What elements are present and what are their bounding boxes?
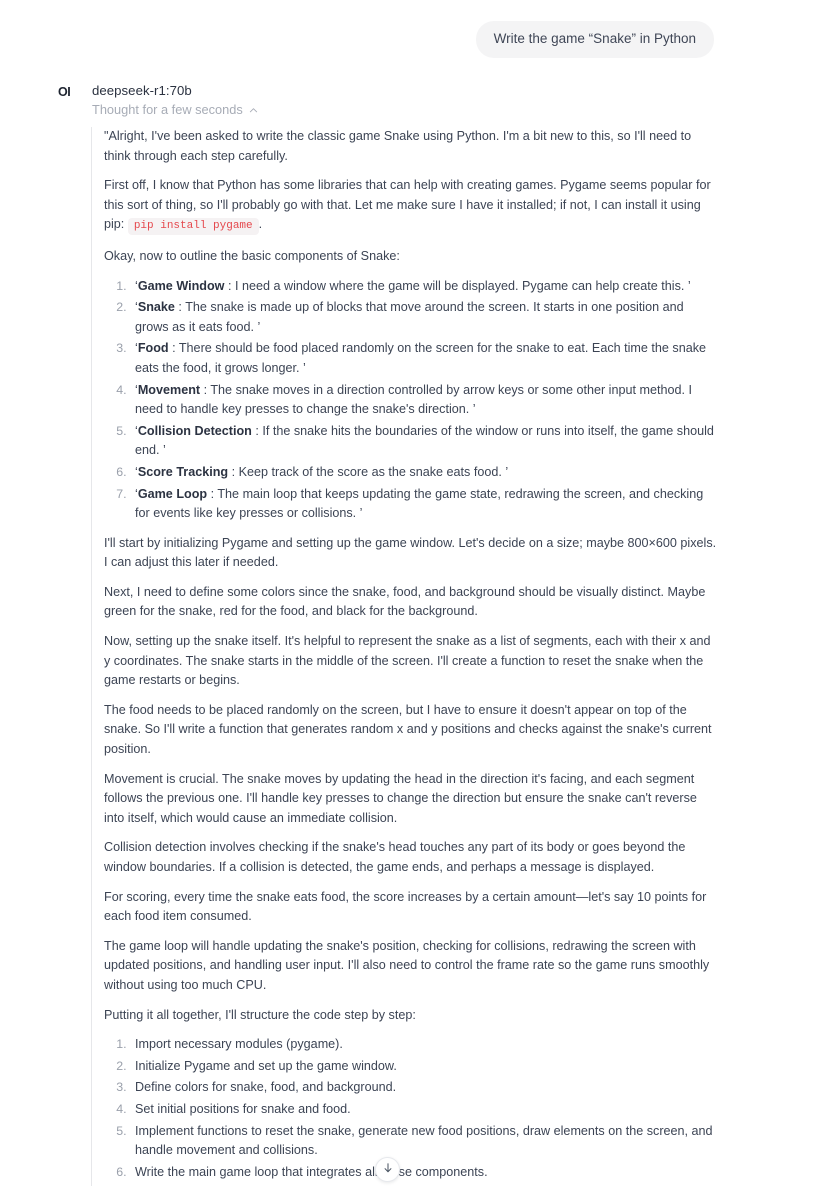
thinking-paragraph: Now, setting up the snake itself. It's h… (104, 634, 711, 688)
list-item-text: : The snake moves in a direction control… (135, 382, 692, 417)
list-item: Import necessary modules (pygame). (130, 1035, 719, 1055)
list-item: ‘Game Loop : The main loop that keeps up… (130, 485, 719, 524)
thinking-paragraph: Next, I need to define some colors since… (104, 584, 706, 619)
ollama-logo-icon: OI (58, 85, 71, 99)
list-item: ‘Movement : The snake moves in a directi… (130, 381, 719, 420)
list-item-term: Collision Detection (137, 423, 252, 438)
list-item: ‘Food : There should be food placed rand… (130, 339, 719, 378)
thinking-text-after-code: . (258, 217, 263, 232)
list-item-term: Game Loop (137, 486, 208, 501)
list-item-text: : The main loop that keeps updating the … (135, 486, 704, 521)
thinking-paragraph: Collision detection involves checking if… (104, 840, 686, 874)
thinking-paragraph: For scoring, every time the snake eats f… (104, 889, 707, 924)
thinking-paragraph: The food needs to be placed randomly on … (104, 702, 712, 757)
assistant-header-text: deepseek-r1:70b Thought for a few second… (80, 82, 258, 118)
list-item-term: Snake (137, 300, 175, 315)
list-item-term: Game Window (137, 278, 225, 293)
user-message-row: Write the game “Snake” in Python (0, 0, 828, 58)
model-name-label: deepseek-r1:70b (92, 83, 192, 98)
list-item: ‘Collision Detection : If the snake hits… (130, 422, 719, 461)
components-list: ‘Game Window : I need a window where the… (104, 277, 719, 524)
thought-summary-toggle[interactable]: Thought for a few seconds (92, 101, 258, 118)
assistant-header: OI deepseek-r1:70b Thought for a few sec… (0, 82, 828, 118)
thinking-content: "Alright, I've been asked to write the c… (91, 127, 719, 1186)
list-item-text: : I need a window where the game will be… (227, 278, 691, 293)
list-item-text: : There should be food placed randomly o… (135, 341, 707, 375)
list-item: Implement functions to reset the snake, … (130, 1122, 719, 1161)
thinking-paragraph: Movement is crucial. The snake moves by … (104, 771, 697, 825)
thinking-paragraph-with-code: First off, I know that Python has some l… (104, 176, 719, 237)
list-item: ‘Snake : The snake is made up of blocks … (130, 298, 719, 337)
scroll-to-bottom-button[interactable] (375, 1157, 400, 1182)
thinking-paragraph: "Alright, I've been asked to write the c… (104, 129, 692, 163)
chat-page: Write the game “Snake” in Python OI deep… (0, 0, 828, 1186)
steps-list: Import necessary modules (pygame). Initi… (104, 1035, 719, 1182)
list-item: Write the main game loop that integrates… (130, 1163, 719, 1183)
list-item-term: Movement (137, 382, 201, 397)
list-item: Define colors for snake, food, and backg… (130, 1078, 719, 1098)
list-item-term: Score Tracking (137, 464, 229, 479)
thinking-paragraph: Putting it all together, I'll structure … (104, 1007, 416, 1022)
thinking-paragraph: I'll start by initializing Pygame and se… (104, 535, 717, 570)
assistant-message: OI deepseek-r1:70b Thought for a few sec… (0, 58, 828, 1186)
chevron-up-icon (249, 106, 258, 115)
user-message-bubble: Write the game “Snake” in Python (475, 21, 714, 58)
thought-summary-label: Thought for a few seconds (92, 102, 243, 117)
list-item: Set initial positions for snake and food… (130, 1100, 719, 1120)
list-item-term: Food (137, 341, 169, 356)
thinking-paragraph: Okay, now to outline the basic component… (104, 248, 400, 263)
inline-code-pip-install: pip install pygame (127, 218, 259, 236)
arrow-down-icon (382, 1161, 394, 1179)
list-item-text: : The snake is made up of blocks that mo… (135, 300, 684, 334)
list-item: ‘Game Window : I need a window where the… (130, 277, 719, 297)
list-item: Initialize Pygame and set up the game wi… (130, 1057, 719, 1077)
list-item-text: : Keep track of the score as the snake e… (231, 464, 509, 479)
thinking-paragraph: The game loop will handle updating the s… (104, 938, 710, 992)
list-item: ‘Score Tracking : Keep track of the scor… (130, 463, 719, 483)
